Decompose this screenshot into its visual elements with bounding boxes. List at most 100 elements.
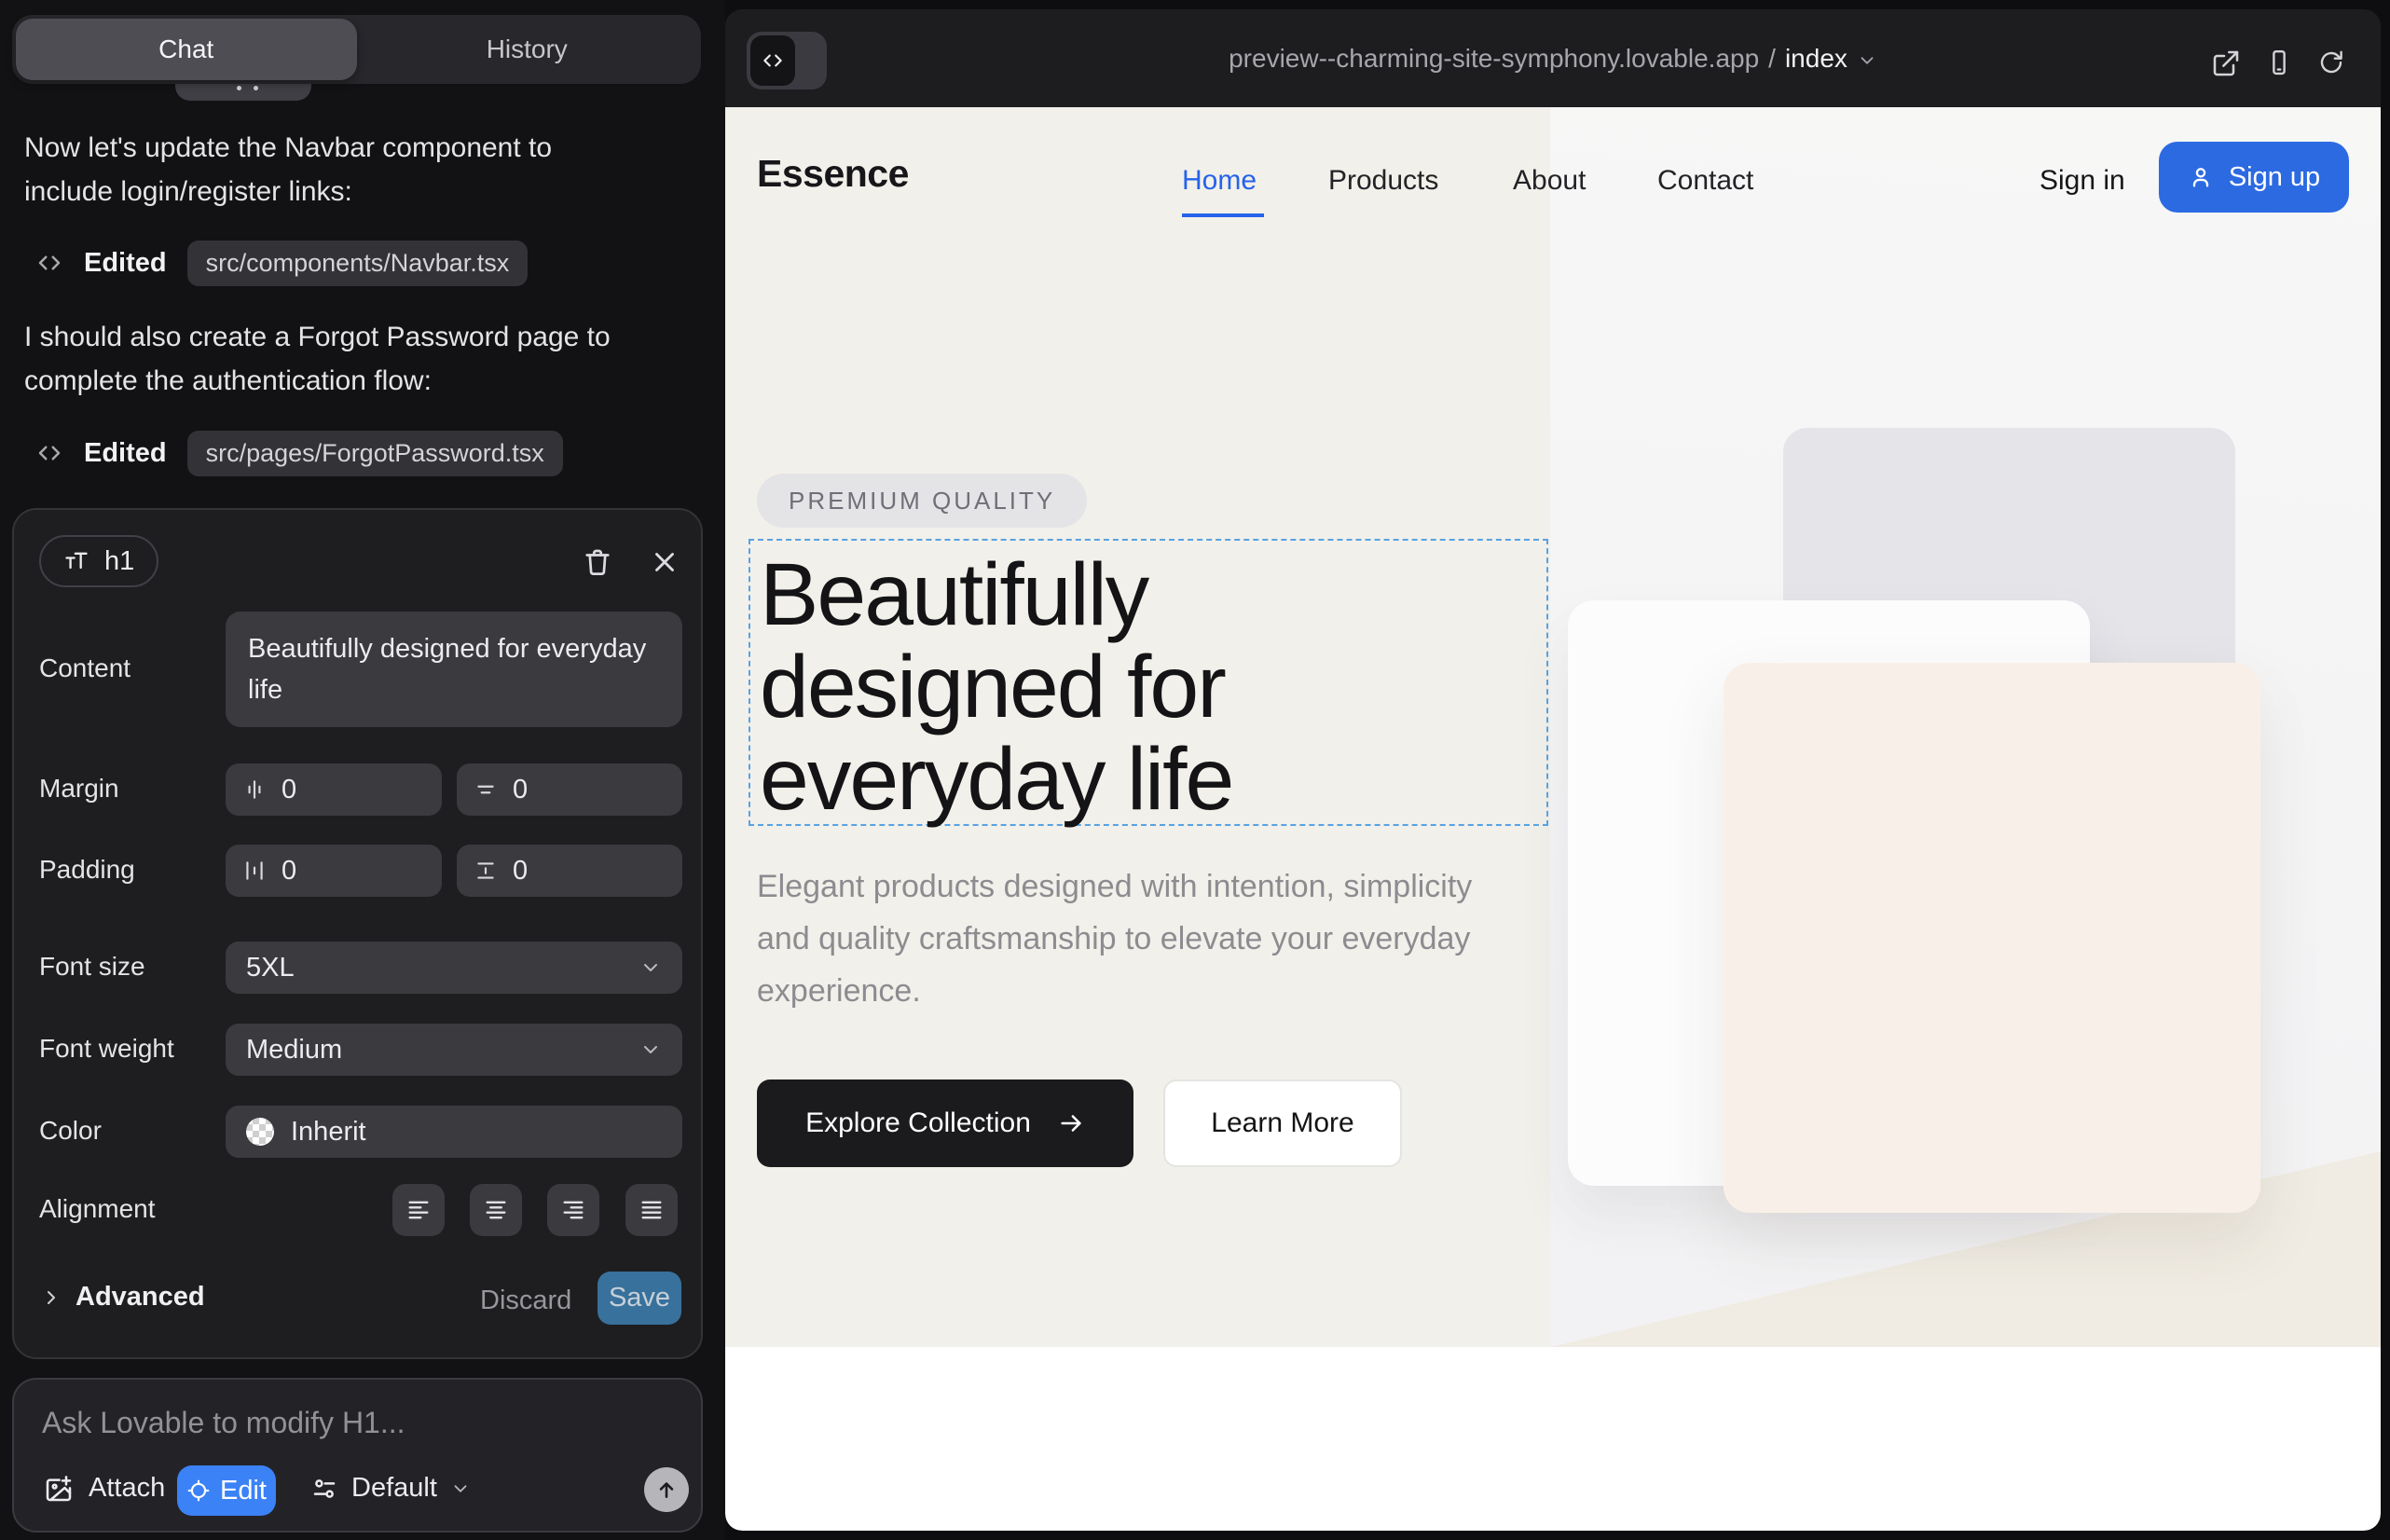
- learn-more-button[interactable]: Learn More: [1163, 1079, 1402, 1167]
- chevron-right-icon: [40, 1286, 62, 1309]
- padding-horizontal-icon: [242, 859, 267, 883]
- advanced-label: Advanced: [76, 1282, 205, 1313]
- close-editor-button[interactable]: [646, 543, 683, 581]
- color-value: Inherit: [291, 1117, 366, 1148]
- discard-button[interactable]: Discard: [480, 1286, 571, 1316]
- chat-history-tabs: Chat History: [12, 15, 701, 84]
- browser-chrome: preview--charming-site-symphony.lovable.…: [725, 9, 2381, 107]
- chevron-down-icon: [639, 956, 662, 979]
- preview-browser-panel: preview--charming-site-symphony.lovable.…: [725, 9, 2381, 1531]
- preview-page: Essence Home Products About Contact Sign…: [725, 107, 2381, 1531]
- font-size-select[interactable]: 5XL: [226, 942, 682, 994]
- font-weight-value: Medium: [246, 1035, 342, 1066]
- assistant-message: Now let's update the Navbar component to…: [24, 126, 639, 213]
- text-type-icon: [63, 548, 89, 574]
- alignment-label: Alignment: [39, 1194, 156, 1224]
- align-left-icon: [405, 1197, 432, 1223]
- padding-y-input[interactable]: 0: [457, 845, 682, 897]
- font-weight-select[interactable]: Medium: [226, 1024, 682, 1076]
- align-right-icon: [560, 1197, 586, 1223]
- hero-description: Elegant products designed with intention…: [757, 860, 1484, 1017]
- chevron-down-icon: [1857, 50, 1877, 71]
- url-page: index: [1785, 44, 1847, 74]
- site-logo[interactable]: Essence: [757, 152, 909, 196]
- margin-x-input[interactable]: 0: [226, 763, 442, 816]
- hero-section: Essence Home Products About Contact Sign…: [725, 107, 2381, 1347]
- color-label: Color: [39, 1116, 102, 1146]
- margin-horizontal-icon: [242, 777, 267, 802]
- hero-title[interactable]: Beautifully designed for everyday life: [760, 549, 1505, 826]
- chevron-down-icon: [450, 1478, 471, 1499]
- padding-x-input[interactable]: 0: [226, 845, 442, 897]
- mode-selector[interactable]: Default: [310, 1473, 471, 1504]
- padding-y-value: 0: [513, 856, 528, 887]
- code-icon: [35, 439, 63, 467]
- content-label: Content: [39, 653, 130, 683]
- tab-chat[interactable]: Chat: [16, 19, 357, 80]
- nav-link-contact[interactable]: Contact: [1657, 165, 1753, 197]
- align-justify-icon: [639, 1197, 665, 1223]
- code-icon: [35, 249, 63, 277]
- sign-up-button[interactable]: Sign up: [2159, 142, 2349, 213]
- element-tag: h1: [104, 546, 134, 577]
- font-size-label: Font size: [39, 952, 145, 982]
- send-button[interactable]: [644, 1467, 689, 1512]
- margin-label: Margin: [39, 774, 119, 804]
- url-bar[interactable]: preview--charming-site-symphony.lovable.…: [725, 9, 2381, 107]
- prompt-input[interactable]: Ask Lovable to modify H1...: [42, 1406, 405, 1440]
- edited-file-chip[interactable]: src/pages/ForgotPassword.tsx: [187, 431, 563, 476]
- tab-history[interactable]: History: [357, 19, 698, 80]
- arrow-right-icon: [1057, 1109, 1085, 1137]
- url-domain: preview--charming-site-symphony.lovable.…: [1229, 44, 1759, 74]
- delete-element-button[interactable]: [579, 543, 616, 581]
- image-plus-icon: [44, 1474, 74, 1504]
- attach-label: Attach: [89, 1473, 165, 1504]
- margin-y-value: 0: [513, 775, 528, 805]
- settings-sliders-icon: [310, 1475, 338, 1503]
- edit-target-icon: [186, 1478, 211, 1503]
- font-weight-label: Font weight: [39, 1034, 174, 1064]
- padding-label: Padding: [39, 855, 135, 885]
- chevron-down-icon: [639, 1038, 662, 1061]
- content-input[interactable]: Beautifully designed for everyday life: [226, 612, 682, 727]
- selected-element-chip[interactable]: h1: [39, 535, 158, 587]
- margin-vertical-icon: [474, 777, 498, 802]
- font-size-value: 5XL: [246, 953, 295, 983]
- color-select[interactable]: Inherit: [226, 1106, 682, 1158]
- edited-file-chip[interactable]: src/components/Navbar.tsx: [187, 241, 529, 286]
- refresh-button[interactable]: [2317, 48, 2345, 76]
- padding-vertical-icon: [474, 859, 498, 883]
- nav-link-about[interactable]: About: [1513, 165, 1586, 197]
- mode-label: Default: [351, 1473, 437, 1504]
- scrolled-message-bubble: [175, 82, 311, 101]
- edited-file-row[interactable]: Edited src/components/Navbar.tsx: [35, 241, 528, 285]
- explore-collection-button[interactable]: Explore Collection: [757, 1079, 1133, 1167]
- edited-label: Edited: [84, 248, 167, 279]
- edited-label: Edited: [84, 438, 167, 469]
- margin-x-value: 0: [282, 775, 296, 805]
- advanced-toggle[interactable]: Advanced: [40, 1282, 205, 1313]
- user-icon: [2188, 164, 2214, 190]
- save-button[interactable]: Save: [598, 1272, 681, 1325]
- align-center-button[interactable]: [470, 1184, 522, 1236]
- edited-file-row[interactable]: Edited src/pages/ForgotPassword.tsx: [35, 431, 563, 475]
- nav-link-products[interactable]: Products: [1328, 165, 1438, 197]
- open-external-button[interactable]: [2211, 48, 2241, 78]
- sign-in-link[interactable]: Sign in: [2040, 165, 2125, 197]
- nav-link-home[interactable]: Home: [1182, 165, 1257, 197]
- url-separator: /: [1768, 44, 1776, 74]
- prompt-box: Ask Lovable to modify H1... Attach Edit …: [12, 1378, 703, 1533]
- margin-y-input[interactable]: 0: [457, 763, 682, 816]
- align-left-button[interactable]: [392, 1184, 445, 1236]
- arrow-up-icon: [654, 1478, 679, 1502]
- mobile-preview-button[interactable]: [2265, 48, 2293, 76]
- active-nav-underline: [1182, 213, 1264, 217]
- edit-mode-button[interactable]: Edit: [177, 1465, 276, 1516]
- element-editor-panel: h1 Content Beautifully designed for ever…: [12, 508, 703, 1359]
- attach-button[interactable]: Attach: [44, 1473, 165, 1504]
- decorative-card-cream: [1724, 663, 2260, 1213]
- align-right-button[interactable]: [547, 1184, 599, 1236]
- align-justify-button[interactable]: [625, 1184, 678, 1236]
- sign-up-label: Sign up: [2229, 162, 2320, 193]
- color-swatch: [246, 1118, 274, 1146]
